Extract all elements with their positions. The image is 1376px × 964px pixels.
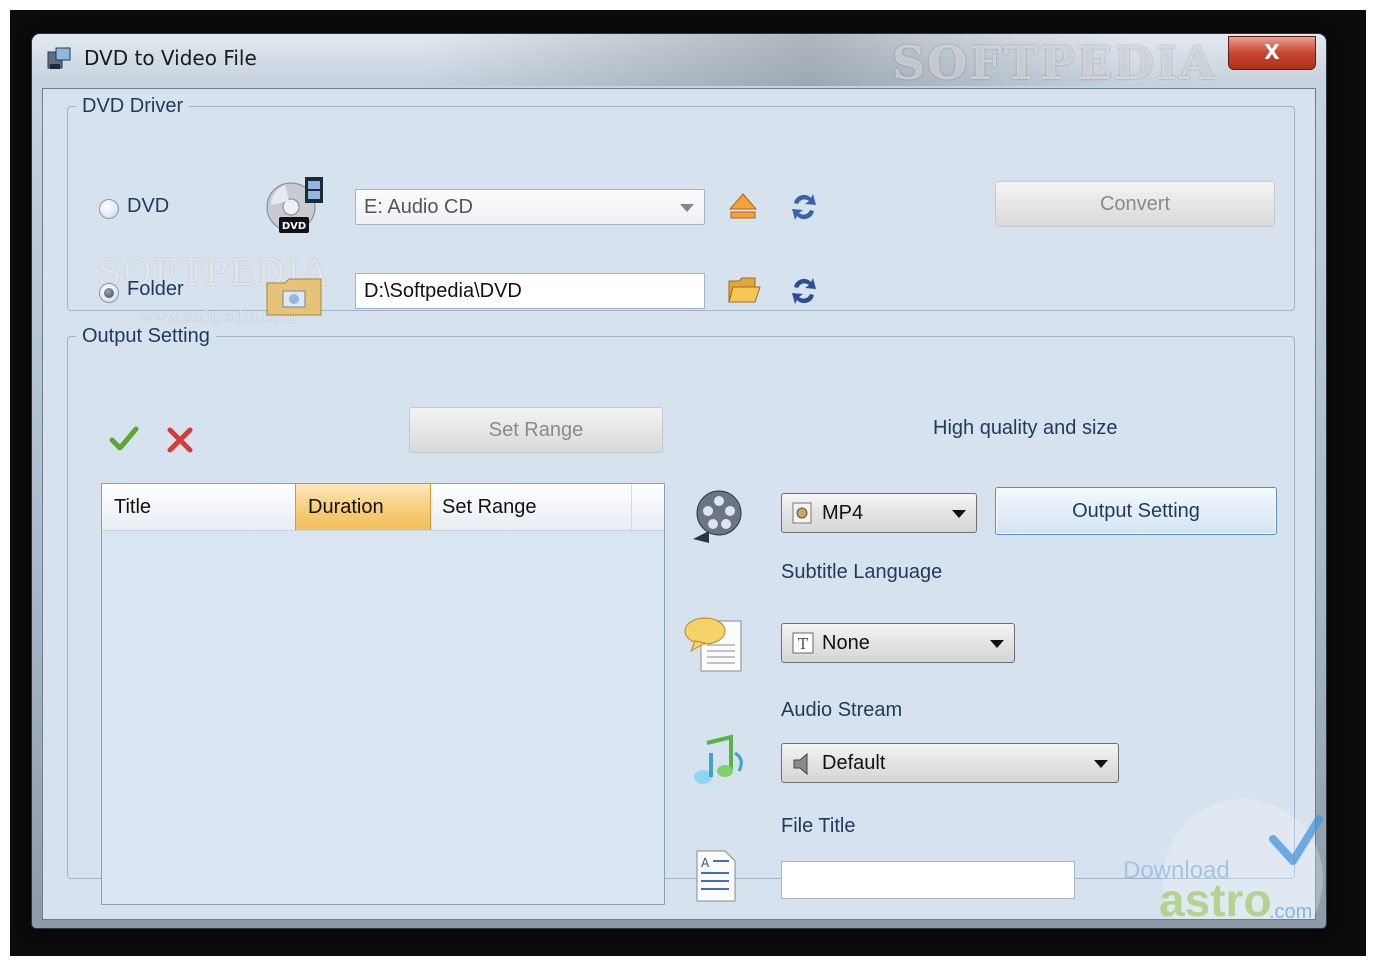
drive-combo[interactable]: E: Audio CD (355, 189, 705, 225)
check-icon[interactable] (109, 425, 139, 453)
audio-stream-combo[interactable]: Default (781, 743, 1119, 783)
chevron-down-icon (952, 510, 966, 518)
app-icon (47, 47, 71, 69)
list-header: Title Duration Set Range (102, 484, 664, 531)
document-icon: A (696, 850, 736, 902)
window-title: DVD to Video File (84, 46, 257, 70)
title-bar[interactable]: DVD to Video File SOFTPEDIA X (32, 34, 1326, 90)
column-header-duration[interactable]: Duration (295, 484, 431, 530)
folder-icon (266, 278, 322, 316)
dvd-radio[interactable] (99, 199, 119, 219)
dvd-disc-icon: DVD (266, 177, 323, 233)
quality-label: High quality and size (933, 417, 1118, 439)
chevron-down-icon (680, 204, 694, 212)
output-setting-group-label: Output Setting (82, 325, 210, 347)
dvd-radio-label: DVD (127, 195, 170, 217)
close-button[interactable]: X (1228, 36, 1316, 70)
music-notes-icon (694, 734, 743, 784)
subtitle-value: None (822, 632, 870, 654)
speaker-icon (793, 752, 808, 776)
column-header-title[interactable]: Title (102, 484, 296, 530)
svg-text:T: T (798, 635, 808, 653)
com-watermark-text: .com (1269, 901, 1313, 923)
film-reel-icon (693, 490, 742, 543)
video-format-icon (792, 502, 812, 524)
svg-text:A: A (701, 856, 710, 870)
subtitle-icon (684, 617, 742, 672)
column-header-set-range[interactable]: Set Range (430, 484, 632, 530)
open-folder-icon[interactable] (727, 275, 761, 305)
folder-radio-label: Folder (127, 278, 184, 300)
output-setting-button[interactable]: Output Setting (995, 487, 1277, 535)
astro-watermark-text: astro (1159, 874, 1272, 926)
format-value: MP4 (822, 502, 864, 524)
format-combo[interactable]: MP4 (781, 493, 977, 533)
chevron-down-icon (990, 640, 1004, 648)
set-range-button[interactable]: Set Range (409, 407, 663, 453)
svg-text:DVD: DVD (282, 221, 306, 232)
file-title-label: File Title (781, 815, 856, 837)
convert-button[interactable]: Convert (995, 181, 1275, 227)
eject-icon[interactable] (727, 191, 759, 221)
title-list[interactable]: Title Duration Set Range (101, 483, 665, 905)
subtitle-language-label: Subtitle Language (781, 561, 943, 583)
text-t-icon: T (792, 632, 814, 654)
delete-icon[interactable] (165, 425, 195, 455)
file-title-field[interactable] (781, 861, 1075, 899)
drive-combo-value: E: Audio CD (364, 196, 473, 218)
folder-radio[interactable] (99, 283, 119, 303)
client-area: DVD Driver DVD DVD E: Audio CD Convert S… (42, 88, 1323, 926)
app-window: DVD to Video File SOFTPEDIA X DVD Driver… (32, 34, 1326, 928)
subtitle-combo[interactable]: T None (781, 623, 1015, 663)
refresh-icon[interactable] (789, 191, 819, 223)
audio-stream-value: Default (822, 752, 886, 774)
folder-path-field[interactable]: D:\Softpedia\DVD (355, 273, 705, 309)
softpedia-brand-watermark: SOFTPEDIA (892, 36, 1217, 90)
dvd-driver-group-label: DVD Driver (82, 95, 184, 117)
refresh-icon[interactable] (789, 275, 819, 307)
audio-stream-label: Audio Stream (781, 699, 903, 721)
chevron-down-icon (1094, 760, 1108, 768)
